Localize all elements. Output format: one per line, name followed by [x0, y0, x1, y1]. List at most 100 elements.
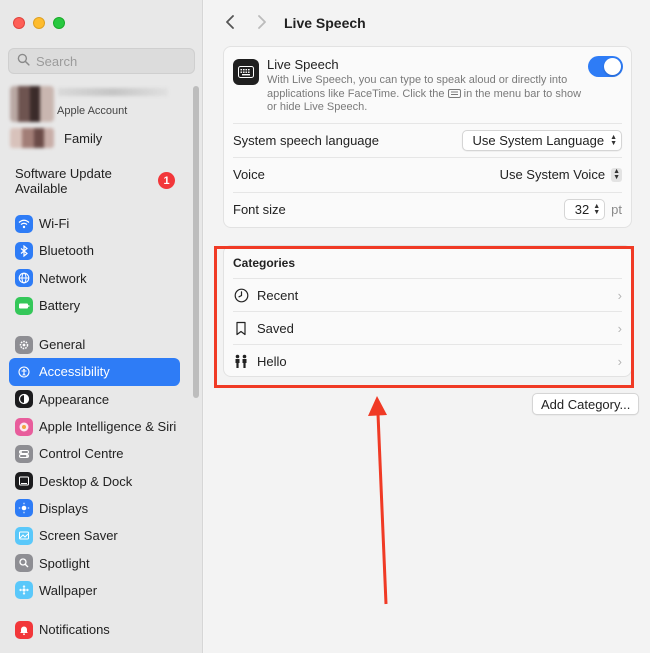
live-speech-description: With Live Speech, you can type to speak … — [267, 74, 587, 115]
live-speech-card: Live Speech With Live Speech, you can ty… — [223, 46, 632, 228]
sidebar-item-apple-intelligence-siri[interactable]: Apple Intelligence & Siri — [9, 413, 180, 440]
chevron-right-icon: › — [617, 353, 622, 369]
category-label: Recent — [257, 287, 299, 303]
dock-icon — [15, 472, 33, 491]
chevron-right-icon: › — [617, 320, 622, 336]
update-badge: 1 — [158, 172, 175, 189]
sidebar-item-label: Desktop & Dock — [39, 473, 133, 489]
live-speech-toggle[interactable] — [588, 56, 623, 77]
sidebar-item-screen-saver[interactable]: Screen Saver — [9, 522, 180, 549]
sidebar-group-notifications: Notifications — [9, 616, 180, 643]
voice-popup[interactable]: Use System Voice ▲ ▼ — [500, 167, 622, 182]
sidebar-item-control-centre[interactable]: Control Centre — [9, 440, 180, 467]
battery-icon — [15, 296, 33, 315]
font-size-value: 32 — [574, 202, 590, 217]
sidebar-item-label: Control Centre — [39, 446, 124, 462]
category-row-recent[interactable]: Recent › — [233, 278, 622, 311]
apple-account-item[interactable]: Apple Account — [10, 86, 190, 122]
sidebar-item-label: Apple Intelligence & Siri — [39, 419, 177, 435]
keyboard-icon — [233, 59, 259, 85]
sidebar-group-connectivity: Wi-Fi Bluetooth Network Battery — [9, 210, 180, 319]
sidebar-item-displays[interactable]: Displays — [9, 495, 180, 522]
spotlight-icon — [15, 554, 33, 573]
wallpaper-icon — [15, 581, 33, 600]
category-row-hello[interactable]: Hello › — [233, 344, 622, 377]
voice-label: Voice — [233, 167, 265, 182]
wifi-icon — [15, 214, 33, 233]
bluetooth-icon — [15, 241, 33, 260]
sidebar-item-appearance[interactable]: Appearance — [9, 386, 180, 413]
font-size-control: 32 ▲ ▼ pt — [563, 199, 622, 220]
sidebar-scrollbar[interactable] — [193, 86, 199, 398]
sidebar-item-wallpaper[interactable]: Wallpaper — [9, 577, 180, 604]
sidebar-item-label: Notifications — [39, 622, 110, 638]
clock-icon — [233, 287, 249, 303]
chevron-right-icon: › — [617, 287, 622, 303]
chevron-left-icon — [226, 15, 234, 29]
sidebar-item-label: Screen Saver — [39, 528, 118, 544]
traffic-lights — [13, 17, 65, 29]
avatar — [10, 86, 54, 122]
minimize-button[interactable] — [33, 17, 45, 29]
categories-card: Categories Recent › Saved › Hello › — [223, 245, 632, 377]
search-field[interactable] — [8, 48, 195, 74]
search-icon — [17, 53, 30, 69]
control-centre-icon — [15, 444, 33, 463]
account-label: Apple Account — [57, 105, 128, 117]
appearance-icon — [15, 390, 33, 409]
settings-window: Apple Account Family Software Update Ava… — [0, 0, 650, 653]
speech-language-row: System speech language Use System Langua… — [233, 123, 622, 157]
close-button[interactable] — [13, 17, 25, 29]
gear-icon — [15, 335, 33, 354]
sidebar-item-general[interactable]: General — [9, 331, 180, 358]
font-size-stepper[interactable]: 32 ▲ ▼ — [563, 199, 606, 220]
speech-language-popup[interactable]: Use System Language ▲ ▼ — [461, 130, 622, 151]
sidebar-item-label: Wallpaper — [39, 582, 98, 598]
account-name-redacted — [58, 88, 168, 96]
forward-button[interactable] — [252, 12, 272, 32]
family-avatars — [10, 128, 54, 148]
family-item[interactable]: Family — [10, 128, 190, 148]
accessibility-icon — [15, 362, 33, 381]
sidebar-item-notifications[interactable]: Notifications — [9, 616, 180, 643]
sidebar-item-label: Spotlight — [39, 555, 90, 571]
family-label: Family — [64, 131, 103, 146]
category-row-saved[interactable]: Saved › — [233, 311, 622, 344]
speech-language-value: Use System Language — [472, 133, 605, 148]
sidebar-item-label: Battery — [39, 298, 81, 314]
sidebar-item-label: Bluetooth — [39, 243, 94, 259]
voice-value: Use System Voice — [499, 167, 606, 182]
screen-saver-icon — [15, 526, 33, 545]
zoom-button[interactable] — [53, 17, 65, 29]
categories-heading: Categories — [233, 256, 296, 270]
sidebar-item-battery[interactable]: Battery — [9, 292, 180, 319]
sidebar-item-bluetooth[interactable]: Bluetooth — [9, 237, 180, 264]
siri-icon — [15, 417, 33, 436]
chevron-up-down-icon: ▲ ▼ — [610, 133, 617, 147]
page-title: Live Speech — [284, 15, 366, 31]
chevron-right-icon — [258, 15, 266, 29]
back-button[interactable] — [220, 12, 240, 32]
sidebar-item-label: Accessibility — [39, 364, 110, 380]
category-label: Hello — [257, 353, 287, 369]
category-label: Saved — [257, 320, 294, 336]
sidebar-item-wi-fi[interactable]: Wi-Fi — [9, 210, 180, 237]
sidebar-item-label: General — [39, 337, 86, 353]
sidebar-item-spotlight[interactable]: Spotlight — [9, 549, 180, 576]
sidebar-item-accessibility[interactable]: Accessibility — [9, 358, 180, 386]
search-input[interactable] — [36, 53, 186, 69]
annotation-arrow — [368, 396, 388, 605]
sidebar-item-label: Appearance — [39, 391, 110, 407]
speech-language-label: System speech language — [233, 133, 379, 148]
add-category-button[interactable]: Add Category... — [532, 393, 640, 415]
people-icon — [233, 353, 249, 369]
sidebar-item-desktop-dock[interactable]: Desktop & Dock — [9, 467, 180, 494]
stepper-arrows-icon[interactable]: ▲ ▼ — [593, 203, 600, 216]
font-size-row: Font size 32 ▲ ▼ pt — [233, 192, 622, 226]
software-update-item[interactable]: Software Update Available 1 — [15, 166, 185, 196]
notifications-icon — [15, 620, 33, 639]
toolbar: Live Speech — [204, 0, 650, 44]
menu-bar-keyboard-icon — [447, 88, 461, 100]
sidebar-item-network[interactable]: Network — [9, 265, 180, 292]
font-size-label: Font size — [233, 202, 286, 217]
